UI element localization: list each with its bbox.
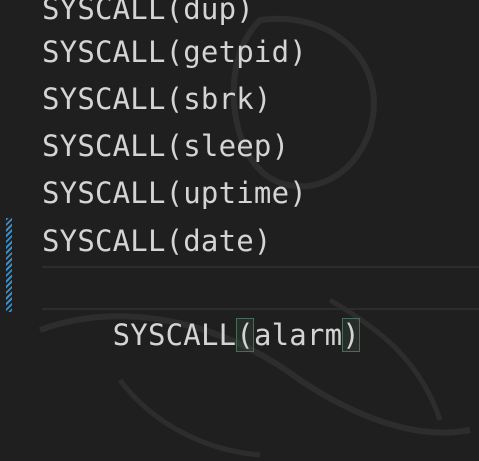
code-line-1[interactable]: SYSCALL(dup) bbox=[42, 0, 254, 32]
code-line-7-active[interactable]: SYSCALL(alarm) bbox=[42, 266, 360, 352]
gutter-modified-indicator bbox=[6, 218, 12, 312]
open-paren-match: ( bbox=[236, 318, 254, 352]
code-line-5[interactable]: SYSCALL(uptime) bbox=[42, 170, 307, 216]
code-line-6[interactable]: SYSCALL(date) bbox=[42, 218, 272, 264]
code-line-2[interactable]: SYSCALL(getpid) bbox=[42, 29, 307, 75]
code-editor[interactable]: SYSCALL(dup) SYSCALL(getpid) SYSCALL(sbr… bbox=[0, 0, 479, 461]
code-line-4[interactable]: SYSCALL(sleep) bbox=[42, 123, 289, 169]
code-line-3[interactable]: SYSCALL(sbrk) bbox=[42, 76, 272, 122]
syscall-arg: alarm bbox=[253, 318, 343, 352]
syscall-keyword: SYSCALL bbox=[112, 318, 237, 352]
close-paren-match: ) bbox=[342, 318, 360, 352]
